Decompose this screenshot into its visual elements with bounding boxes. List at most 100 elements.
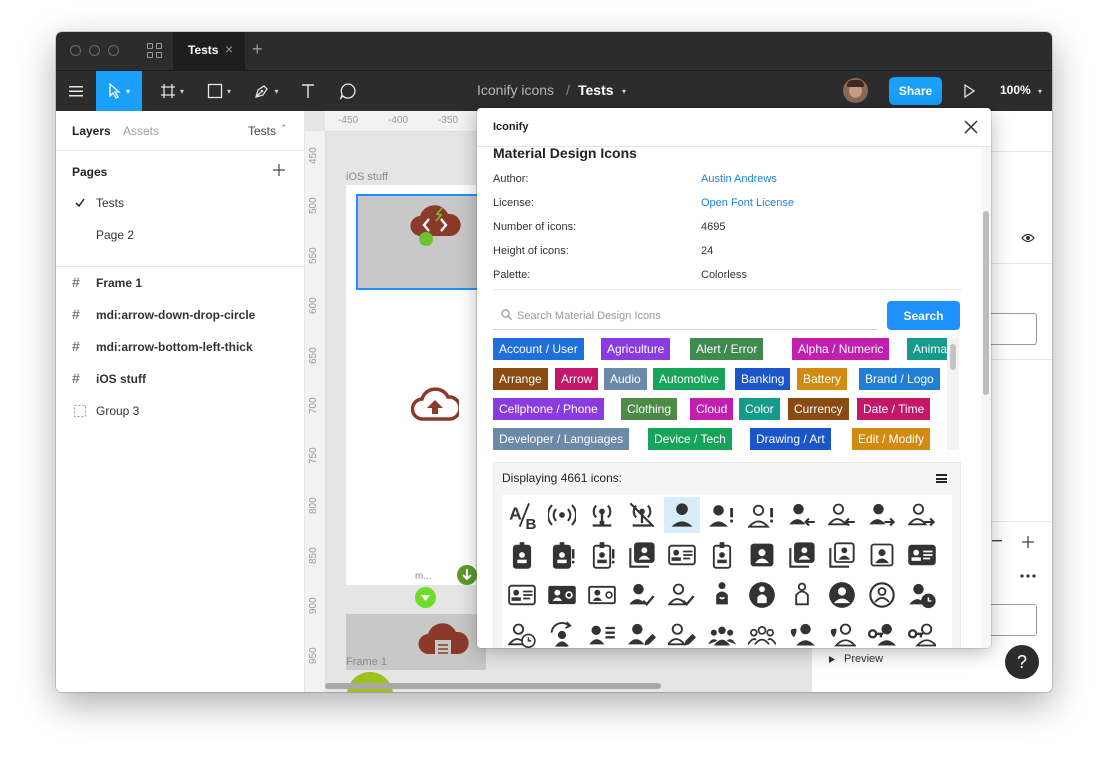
chevron-up-icon[interactable]: ⌃ (280, 123, 288, 134)
account-clock-icon[interactable] (904, 577, 940, 613)
account-child-outline-icon[interactable] (784, 577, 820, 613)
account-badge-icon[interactable] (504, 537, 540, 573)
text-tool-button[interactable] (296, 71, 320, 111)
category-tag[interactable]: Arrange (493, 368, 548, 390)
search-input[interactable] (515, 306, 869, 326)
category-scrollbar[interactable] (947, 338, 959, 450)
frame-label-frame1[interactable]: Frame 1 (346, 656, 387, 668)
account-clock-outline-icon[interactable] (504, 617, 540, 648)
close-tab-icon[interactable]: × (225, 41, 233, 57)
search-button[interactable]: Search (887, 301, 960, 330)
account-check-outline-icon[interactable] (664, 577, 700, 613)
share-button[interactable]: Share (889, 77, 942, 105)
account-heart-icon[interactable] (784, 617, 820, 648)
present-button[interactable] (959, 71, 979, 111)
account-box-multiple-outline-icon[interactable] (824, 537, 860, 573)
frame-label-ios[interactable]: iOS stuff (346, 171, 388, 183)
main-menu-icon[interactable] (62, 71, 90, 111)
category-tag[interactable]: Automotive (653, 368, 726, 390)
more-options-icon[interactable] (1020, 574, 1036, 578)
account-details-icon[interactable] (584, 617, 620, 648)
account-edit-outline-icon[interactable] (664, 617, 700, 648)
shape-tool-button[interactable]: ▾ (201, 71, 237, 111)
cloud-code-icon[interactable] (409, 202, 461, 248)
account-icon[interactable] (664, 497, 700, 533)
account-card-details-icon[interactable] (904, 537, 940, 573)
category-tag[interactable]: Audio (604, 368, 647, 390)
account-badge-outline-icon[interactable] (704, 537, 740, 573)
cloud-upload-icon[interactable] (411, 387, 459, 423)
account-circle-outline-icon[interactable] (864, 577, 900, 613)
account-alert-outline-icon[interactable] (744, 497, 780, 533)
category-tag[interactable]: Arrow (555, 368, 599, 390)
category-tag[interactable]: Agriculture (601, 338, 671, 360)
category-tag[interactable]: Cellphone / Phone (493, 398, 604, 420)
account-check-icon[interactable] (624, 577, 660, 613)
page-item-tests[interactable]: Tests (56, 187, 304, 219)
category-tag[interactable]: Alpha / Numeric (792, 338, 890, 360)
account-badge-horizontal-outline-icon[interactable] (664, 537, 700, 573)
frame-tool-button[interactable]: ▾ (154, 71, 190, 111)
close-icon[interactable] (963, 119, 979, 135)
account-badge-alert-icon[interactable] (544, 537, 580, 573)
preview-toggle[interactable]: Preview (844, 653, 883, 665)
cloud-document-icon[interactable] (417, 618, 469, 662)
account-arrow-left-outline-icon[interactable] (824, 497, 860, 533)
search-field[interactable] (493, 301, 877, 330)
file-browser-icon[interactable] (147, 43, 163, 59)
breadcrumb-project[interactable]: Iconify icons (477, 82, 554, 98)
dialog-scrollbar[interactable] (981, 147, 991, 648)
category-tag[interactable]: Edit / Modify (852, 428, 931, 450)
category-tag[interactable]: Brand / Logo (859, 368, 940, 390)
author-link[interactable]: Austin Andrews (701, 173, 777, 185)
category-tag[interactable]: Cloud (690, 398, 734, 420)
account-cash-icon[interactable] (544, 577, 580, 613)
access-point-icon[interactable] (544, 497, 580, 533)
eye-icon[interactable] (1021, 233, 1035, 243)
account-edit-icon[interactable] (624, 617, 660, 648)
category-tag[interactable]: Drawing / Art (750, 428, 831, 450)
triangle-right-icon[interactable] (829, 656, 835, 663)
category-tag[interactable]: Clothing (621, 398, 678, 420)
minus-icon[interactable] (992, 540, 1002, 542)
page-selector[interactable]: Tests (248, 124, 276, 138)
account-circle-icon[interactable] (824, 577, 860, 613)
account-box-outline-icon[interactable] (864, 537, 900, 573)
avatar[interactable] (843, 78, 868, 103)
account-badge-alert-outline-icon[interactable] (584, 537, 620, 573)
layer-item[interactable]: # mdi:arrow-down-drop-circle (56, 299, 304, 331)
account-cash-outline-icon[interactable] (584, 577, 620, 613)
add-page-icon[interactable] (273, 164, 285, 176)
horizontal-scrollbar[interactable] (325, 683, 661, 689)
arrow-down-circle-icon[interactable] (457, 565, 477, 585)
plus-icon[interactable] (1022, 536, 1034, 548)
category-tag[interactable]: Developer / Languages (493, 428, 630, 450)
category-tag[interactable]: Date / Time (857, 398, 931, 420)
layer-item[interactable]: Group 3 (56, 395, 304, 427)
category-tag[interactable]: Animal (907, 338, 947, 360)
category-tag[interactable]: Currency (788, 398, 849, 420)
account-child-circle-icon[interactable] (744, 577, 780, 613)
zoom-level[interactable]: 100% (1000, 83, 1031, 97)
menu-icon[interactable] (936, 474, 947, 483)
access-point-network-off-icon[interactable] (624, 497, 660, 533)
pen-tool-button[interactable]: ▾ (248, 71, 284, 111)
help-button[interactable]: ? (1005, 645, 1039, 679)
layer-item[interactable]: # iOS stuff (56, 363, 304, 395)
tab-tests[interactable]: Tests × (173, 32, 245, 70)
account-convert-icon[interactable] (544, 617, 580, 648)
account-box-multiple-alt-icon[interactable] (784, 537, 820, 573)
breadcrumb-file[interactable]: Tests (578, 82, 614, 98)
account-group-outline-icon[interactable] (744, 617, 780, 648)
layer-item[interactable]: # mdi:arrow-bottom-left-thick (56, 331, 304, 363)
tab-assets[interactable]: Assets (123, 124, 159, 138)
category-tag[interactable]: Banking (735, 368, 791, 390)
account-child-icon[interactable] (704, 577, 740, 613)
new-tab-button[interactable]: + (252, 39, 263, 60)
page-item-page-2[interactable]: Page 2 (56, 219, 304, 251)
layer-item[interactable]: # Frame 1 (56, 267, 304, 299)
account-alert-icon[interactable] (704, 497, 740, 533)
move-tool-button[interactable]: ▾ (96, 71, 142, 111)
account-heart-outline-icon[interactable] (824, 617, 860, 648)
account-box-icon[interactable] (744, 537, 780, 573)
